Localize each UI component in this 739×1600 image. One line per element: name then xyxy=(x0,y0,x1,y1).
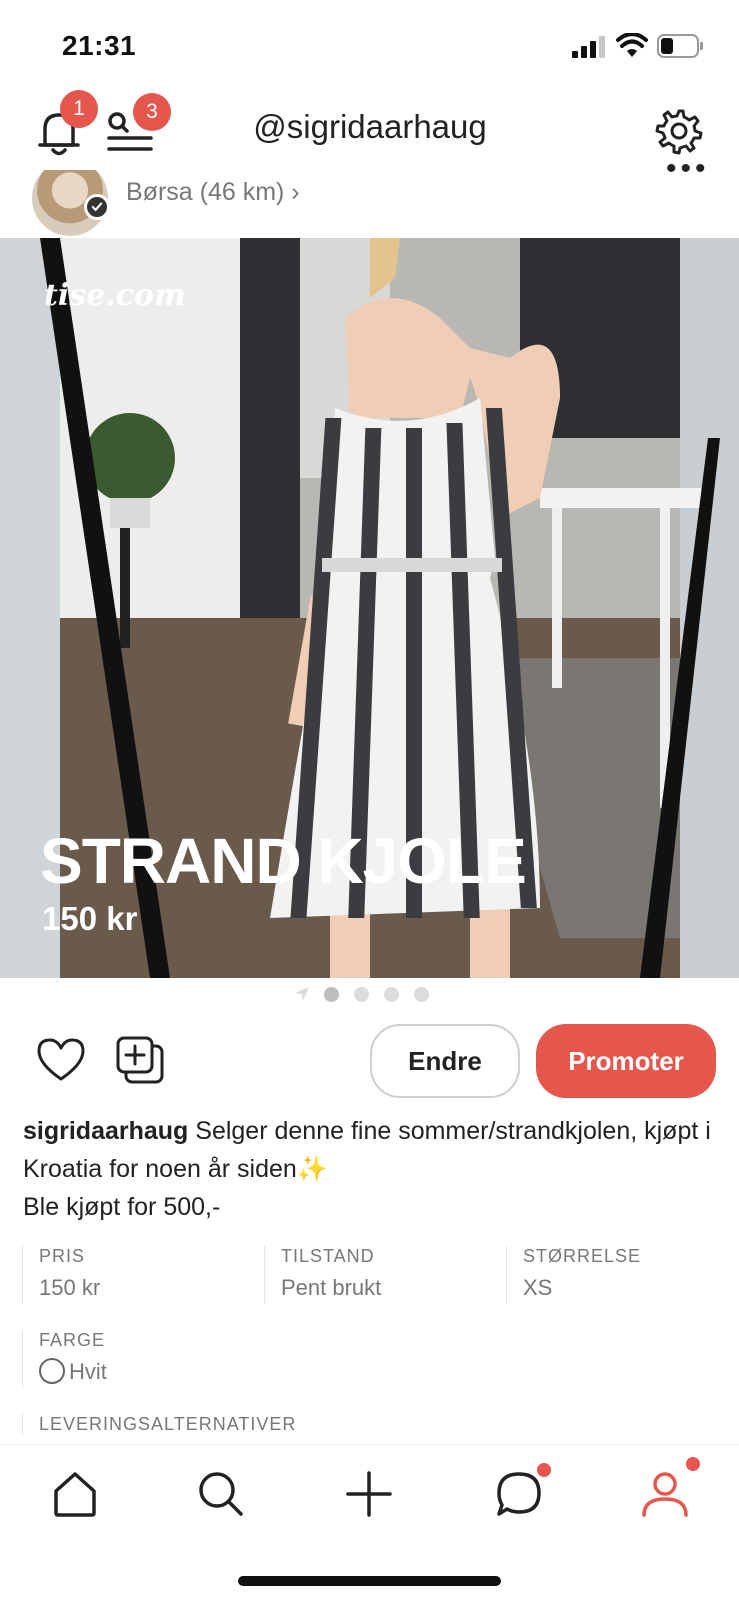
detail-color-value-row: Hvit xyxy=(39,1358,107,1385)
plus-icon[interactable] xyxy=(344,1469,394,1519)
location-arrow-icon xyxy=(295,987,309,1001)
seller-location[interactable]: Børsa (46 km) › xyxy=(126,178,300,207)
detail-value: XS xyxy=(523,1275,553,1300)
top-header: 1 3 @sigridaarhaug ••• xyxy=(0,90,739,184)
notification-badge: 1 xyxy=(60,90,98,128)
detail-value: Hvit xyxy=(69,1359,107,1384)
detail-price: PRIS 150 kr xyxy=(22,1246,100,1304)
seller-row[interactable]: Børsa (46 km) › xyxy=(0,170,739,238)
action-row: Endre Promoter xyxy=(0,1020,739,1102)
profile-handle[interactable]: @sigridaarhaug xyxy=(160,108,580,146)
listing-description: sigridaarhaug Selger denne fine sommer/s… xyxy=(23,1112,723,1226)
detail-label: PRIS xyxy=(39,1246,86,1266)
bottom-nav xyxy=(0,1444,739,1600)
detail-value: Pent brukt xyxy=(281,1275,382,1300)
edit-button[interactable]: Endre xyxy=(370,1024,520,1098)
status-time: 21:31 xyxy=(62,30,137,61)
description-text-2: Ble kjøpt for 500,- xyxy=(23,1193,221,1221)
promote-button[interactable]: Promoter xyxy=(536,1024,716,1098)
signal-icon xyxy=(572,36,605,58)
detail-size: STØRRELSE XS xyxy=(506,1246,641,1304)
pager-dot[interactable] xyxy=(354,987,369,1002)
detail-condition: TILSTAND Pent brukt xyxy=(264,1246,381,1304)
status-bar: 21:31 xyxy=(0,0,739,90)
battery-icon xyxy=(657,34,703,58)
profile-icon[interactable] xyxy=(640,1469,690,1519)
add-to-collection-icon[interactable] xyxy=(116,1036,166,1086)
detail-label: FARGE xyxy=(39,1330,106,1350)
profile-unread-dot xyxy=(686,1457,700,1471)
detail-label: TILSTAND xyxy=(281,1246,375,1266)
listing-title: STRAND KJOLE xyxy=(40,825,527,897)
pager-dot[interactable] xyxy=(384,987,399,1002)
wifi-icon xyxy=(616,33,648,57)
delivery-options-label: LEVERINGSALTERNATIVER xyxy=(22,1414,296,1435)
pager-dot[interactable] xyxy=(324,987,339,1002)
watermark: tise.com xyxy=(44,278,186,313)
gear-icon[interactable] xyxy=(655,107,703,155)
home-indicator[interactable] xyxy=(238,1576,501,1586)
detail-label: STØRRELSE xyxy=(523,1246,642,1266)
listing-price-overlay: 150 kr xyxy=(42,900,138,937)
chat-icon[interactable] xyxy=(494,1469,544,1519)
listing-photo[interactable]: tise.com STRAND KJOLE 150 kr xyxy=(0,238,739,978)
chat-unread-dot xyxy=(537,1463,551,1477)
detail-color: FARGE Hvit xyxy=(22,1330,107,1388)
heart-icon[interactable] xyxy=(36,1037,86,1083)
description-username[interactable]: sigridaarhaug xyxy=(23,1117,188,1145)
verified-icon xyxy=(84,194,110,220)
image-pager[interactable] xyxy=(290,983,450,1003)
home-icon[interactable] xyxy=(50,1469,100,1519)
search-icon[interactable] xyxy=(196,1469,246,1519)
detail-value: 150 kr xyxy=(39,1275,101,1300)
pager-dot[interactable] xyxy=(414,987,429,1002)
color-swatch-icon xyxy=(39,1358,65,1385)
